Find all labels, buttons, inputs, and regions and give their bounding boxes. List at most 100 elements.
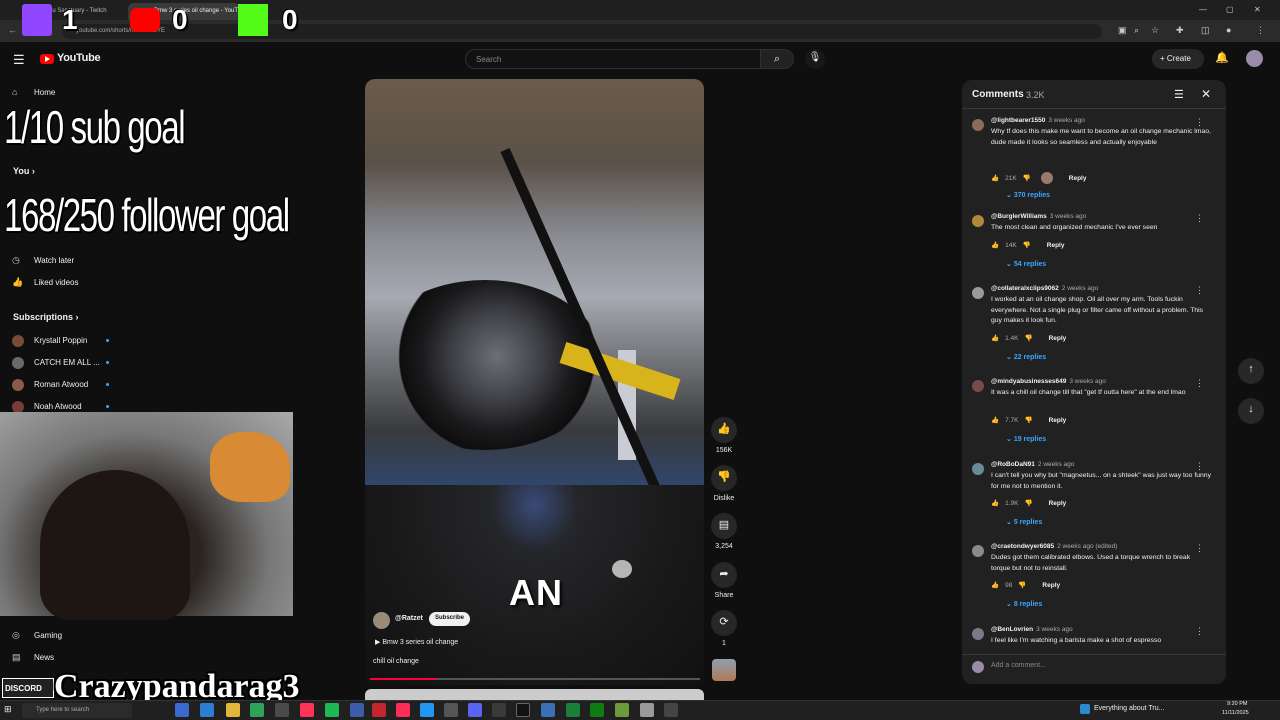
comment-author[interactable]: @RoBoDaN91: [991, 461, 1035, 468]
thumbs-down-icon[interactable]: 👎: [1024, 500, 1032, 507]
previous-short-button[interactable]: ↑: [1238, 358, 1264, 384]
file-explorer-icon[interactable]: [226, 703, 240, 717]
thumbs-up-icon[interactable]: 👍: [991, 500, 999, 507]
microphone-icon[interactable]: 🎙: [805, 49, 825, 69]
comments-button[interactable]: ▤: [711, 513, 737, 539]
thumbs-up-icon[interactable]: 👍: [991, 335, 999, 342]
thumbs-down-icon[interactable]: 👎: [1024, 417, 1032, 424]
avatar[interactable]: [972, 628, 984, 640]
split-view-icon[interactable]: ◫: [1201, 25, 1210, 36]
avatar[interactable]: [972, 545, 984, 557]
sidebar-item-gaming[interactable]: ◎ Gaming: [12, 630, 62, 650]
sidebar-item-watch-later[interactable]: ◷ Watch later: [12, 255, 74, 275]
comment-author[interactable]: @BurglerWilliams: [991, 213, 1047, 220]
view-replies-button[interactable]: ⌄ 5 replies: [1006, 518, 1042, 526]
view-replies-button[interactable]: ⌄ 22 replies: [1006, 353, 1046, 361]
sidebar-item-news[interactable]: ▤ News: [12, 652, 54, 672]
close-icon[interactable]: ✕: [1201, 87, 1211, 101]
channel-avatar[interactable]: [373, 612, 390, 629]
clock-time[interactable]: 9:20 PM: [1227, 701, 1247, 707]
add-comment-input[interactable]: Add a comment...: [991, 662, 1046, 669]
back-icon[interactable]: ←: [8, 25, 17, 35]
close-window-icon[interactable]: ✕: [1254, 5, 1261, 14]
profile-icon[interactable]: ●: [1226, 25, 1231, 35]
like-button[interactable]: 👍: [711, 417, 737, 443]
comment-author[interactable]: @craetondwyer6085: [991, 543, 1054, 550]
task-view-icon[interactable]: [175, 703, 189, 717]
xbox-icon[interactable]: [590, 703, 604, 717]
kick-app-icon[interactable]: [516, 703, 530, 717]
chrome-icon[interactable]: [250, 703, 264, 717]
sidebar-subscription-item[interactable]: Krystall Poppin: [12, 335, 87, 355]
app-icon[interactable]: [492, 703, 506, 717]
dislike-button[interactable]: 👎: [711, 465, 737, 491]
sidebar-subscription-item[interactable]: CATCH EM ALL ...: [12, 357, 100, 377]
avatar[interactable]: [972, 287, 984, 299]
maximize-icon[interactable]: ▢: [1226, 5, 1234, 14]
view-replies-button[interactable]: ⌄ 370 replies: [1006, 191, 1050, 199]
channel-name[interactable]: @Ratzet: [395, 615, 423, 622]
account-avatar[interactable]: [1246, 50, 1263, 67]
reply-button[interactable]: Reply: [1047, 242, 1065, 249]
sound-thumbnail[interactable]: [712, 659, 736, 681]
reply-button[interactable]: Reply: [1049, 500, 1067, 507]
avatar[interactable]: [972, 215, 984, 227]
browser-menu-icon[interactable]: ⋮: [1256, 25, 1265, 36]
sidebar-heading-subscriptions[interactable]: Subscriptions ›: [13, 312, 79, 322]
edge-icon[interactable]: [200, 703, 214, 717]
next-short-button[interactable]: ↓: [1238, 398, 1264, 424]
thumbs-down-icon[interactable]: 👎: [1023, 242, 1031, 249]
app-icon[interactable]: [444, 703, 458, 717]
comment-author[interactable]: @lightbearer1550: [991, 117, 1045, 124]
discord-icon[interactable]: [468, 703, 482, 717]
url-field[interactable]: youtube.com/shorts/mUXIfiwGYE: [62, 24, 1102, 39]
subscribe-button[interactable]: Subscribe: [429, 612, 470, 626]
reply-button[interactable]: Reply: [1042, 582, 1060, 589]
comment-author[interactable]: @collateralxclips9062: [991, 285, 1059, 292]
create-button[interactable]: + Create: [1152, 49, 1204, 69]
avatar[interactable]: [972, 463, 984, 475]
comment-author[interactable]: @BenLovrien: [991, 626, 1033, 633]
zoom-icon[interactable]: ⌕: [1134, 25, 1139, 36]
clock-date[interactable]: 11/11/2025: [1222, 710, 1249, 716]
avatar[interactable]: [972, 119, 984, 131]
extensions-puzzle-icon[interactable]: ✚: [1176, 25, 1184, 36]
reply-button[interactable]: Reply: [1049, 335, 1067, 342]
view-replies-button[interactable]: ⌄ 19 replies: [1006, 435, 1046, 443]
app-icon[interactable]: [640, 703, 654, 717]
youtube-logo-text[interactable]: YouTube: [57, 52, 101, 64]
app-icon[interactable]: [541, 703, 555, 717]
thumbs-down-icon[interactable]: 👎: [1018, 582, 1026, 589]
notifications-bell-icon[interactable]: 🔔: [1215, 51, 1229, 64]
tiktok-icon[interactable]: [396, 703, 410, 717]
hamburger-menu-icon[interactable]: ☰: [13, 52, 25, 68]
app-icon[interactable]: [615, 703, 629, 717]
sidebar-heading-you[interactable]: You ›: [13, 166, 35, 176]
bookmark-star-icon[interactable]: ☆: [1151, 25, 1159, 36]
view-replies-button[interactable]: ⌄ 8 replies: [1006, 600, 1042, 608]
extension-icon[interactable]: ▣: [1118, 25, 1127, 36]
remix-button[interactable]: ⟳: [711, 610, 737, 636]
search-input[interactable]: Search: [465, 49, 761, 69]
thumbs-up-icon[interactable]: 👍: [991, 582, 999, 589]
thumbs-down-icon[interactable]: 👎: [1023, 175, 1031, 182]
thumbs-up-icon[interactable]: 👍: [991, 175, 999, 182]
spotify-icon[interactable]: [325, 703, 339, 717]
comment-author[interactable]: @mindyabusinesses649: [991, 378, 1066, 385]
share-button[interactable]: ➦: [711, 562, 737, 588]
app-icon[interactable]: [300, 703, 314, 717]
app-icon[interactable]: [275, 703, 289, 717]
thumbs-up-icon[interactable]: 👍: [991, 242, 999, 249]
view-replies-button[interactable]: ⌄ 54 replies: [1006, 260, 1046, 268]
app-icon[interactable]: [566, 703, 580, 717]
reply-button[interactable]: Reply: [1069, 175, 1087, 182]
news-widget-icon[interactable]: [1080, 704, 1090, 714]
search-icon[interactable]: ⌕: [760, 49, 794, 69]
sort-icon[interactable]: ☰: [1174, 88, 1184, 101]
avatar[interactable]: [972, 380, 984, 392]
playlist-link[interactable]: ▶ Bmw 3 series oil change: [375, 638, 458, 646]
taskbar-search-input[interactable]: Type here to search: [22, 703, 132, 718]
reply-button[interactable]: Reply: [1049, 417, 1067, 424]
sidebar-item-liked-videos[interactable]: 👍 Liked videos: [12, 277, 78, 297]
thumbs-up-icon[interactable]: 👍: [991, 417, 999, 424]
